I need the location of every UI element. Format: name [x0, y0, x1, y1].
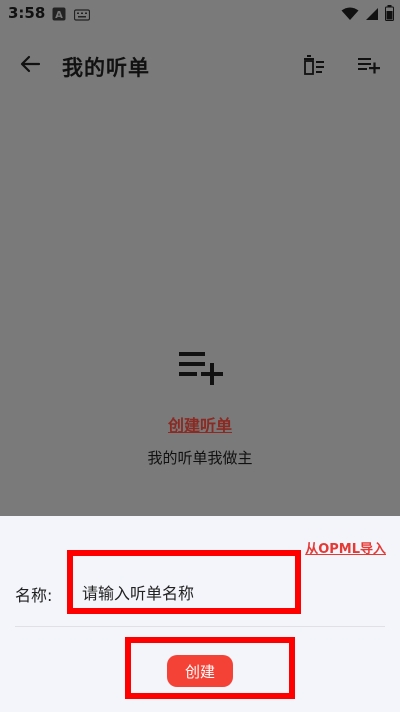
playlist-add-icon: [357, 55, 381, 79]
name-label: 名称:: [15, 586, 53, 605]
empty-state-subtitle: 我的听单我做主: [147, 449, 253, 467]
playlist-add-icon: [176, 348, 226, 388]
svg-text:A: A: [55, 10, 63, 21]
battery-icon: [385, 5, 394, 25]
add-list-button[interactable]: [352, 52, 386, 82]
highlight-box-input: [67, 550, 301, 614]
status-notification-icons: A: [52, 6, 91, 25]
create-list-link[interactable]: 创建听单: [0, 412, 400, 436]
clear-list-button[interactable]: [297, 52, 331, 82]
status-time: 3:58: [8, 4, 46, 22]
wifi-icon: [341, 6, 359, 25]
app-bar: 我的听单: [0, 40, 400, 92]
page-title: 我的听单: [62, 56, 150, 80]
a-icon: A: [52, 6, 66, 25]
highlight-box-button: [125, 637, 295, 699]
divider: [15, 626, 385, 627]
import-opml-link[interactable]: 从OPML导入: [305, 538, 386, 557]
keyboard-icon: [73, 6, 91, 25]
status-system-icons: [341, 5, 394, 25]
back-button[interactable]: [14, 50, 46, 82]
signal-icon: [365, 6, 379, 25]
arrow-left-icon: [19, 53, 41, 79]
clear-list-icon: [302, 54, 326, 80]
status-bar: 3:58 A: [0, 0, 400, 28]
